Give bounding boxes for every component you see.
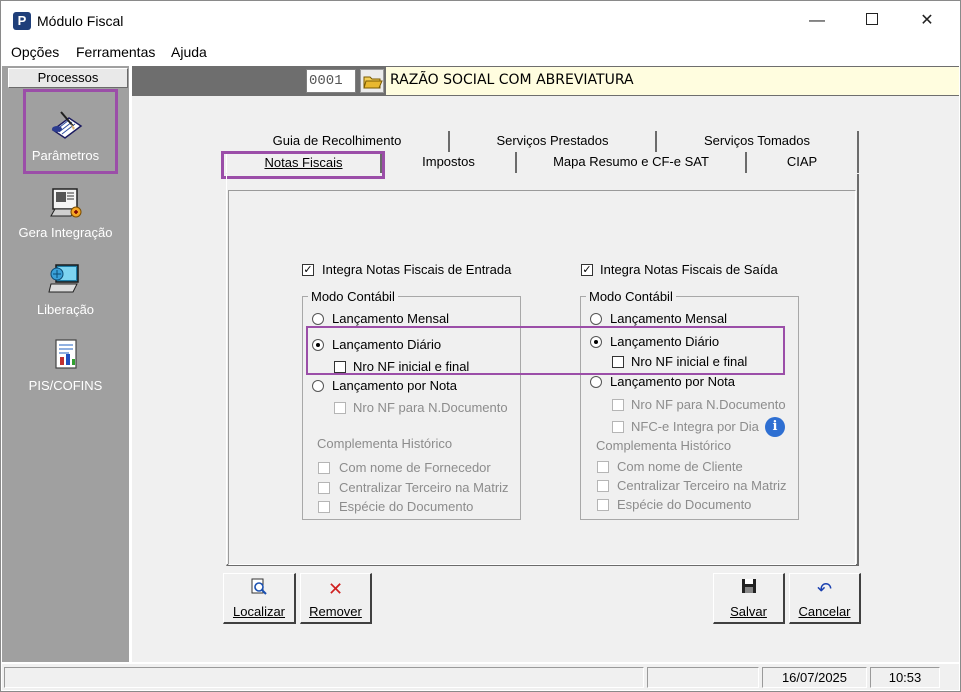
integra-entrada-checkbox[interactable]: ✓: [302, 264, 314, 276]
delete-icon: ✕: [327, 579, 344, 599]
menu-bar: Opções Ferramentas Ajuda: [1, 41, 960, 63]
tab-servicos-tomados[interactable]: Serviços Tomados: [657, 131, 859, 152]
saida-por-nota-radio[interactable]: [590, 376, 602, 388]
remover-button[interactable]: ✕ Remover: [300, 573, 372, 624]
saida-historico-title: Complementa Histórico: [596, 438, 732, 453]
status-date: 16/07/2025: [762, 667, 867, 688]
cancelar-label: Cancelar: [798, 604, 851, 619]
integration-icon: [49, 188, 81, 218]
saida-hist-1-checkbox[interactable]: [597, 461, 609, 473]
close-button[interactable]: ✕: [904, 7, 950, 35]
window-title: Módulo Fiscal: [37, 13, 124, 29]
sidebar-item-label: PIS/COFINS: [28, 378, 103, 393]
menu-opcoes[interactable]: Opções: [11, 44, 59, 60]
status-cell-empty: [647, 667, 759, 688]
maximize-icon: [866, 13, 878, 26]
highlight-parametros: [23, 89, 118, 174]
saida-hist-3-checkbox[interactable]: [597, 499, 609, 511]
undo-icon: ↶: [816, 579, 833, 599]
entrada-hist-1-checkbox[interactable]: [318, 462, 330, 474]
sidebar-item-liberacao[interactable]: Liberação: [2, 260, 129, 317]
cancelar-button[interactable]: ↶ Cancelar: [789, 573, 861, 624]
saida-group-title: Modo Contábil: [586, 289, 676, 304]
saida-nfce-label: NFC-e Integra por Dia: [631, 419, 759, 434]
save-icon: [714, 577, 783, 601]
entrada-historico-title: Complementa Histórico: [317, 436, 453, 451]
tab-impostos[interactable]: Impostos: [382, 152, 517, 173]
sidebar-item-label: Gera Integração: [18, 225, 113, 240]
app-logo-icon: P: [13, 12, 31, 30]
integra-saida-label: Integra Notas Fiscais de Saída: [600, 262, 778, 277]
tab-mapa-resumo[interactable]: Mapa Resumo e CF-e SAT: [517, 152, 747, 173]
saida-hist-2-checkbox[interactable]: [597, 480, 609, 492]
tab-guia-recolhimento[interactable]: Guia de Recolhimento: [226, 131, 450, 152]
integra-entrada-label: Integra Notas Fiscais de Entrada: [322, 262, 512, 277]
entrada-por-nota-radio[interactable]: [312, 380, 324, 392]
localizar-label: Localizar: [232, 604, 286, 619]
menu-ajuda[interactable]: Ajuda: [171, 44, 207, 60]
entrada-nro-nf-doc-checkbox[interactable]: [334, 402, 346, 414]
search-icon: [224, 577, 294, 601]
info-icon[interactable]: i: [765, 417, 785, 437]
status-cell-main: [4, 667, 644, 688]
menu-ferramentas[interactable]: Ferramentas: [76, 44, 155, 60]
release-icon: [47, 264, 79, 293]
saida-nro-nf-doc-checkbox[interactable]: [612, 399, 624, 411]
saida-hist-3-label: Espécie do Documento: [617, 497, 752, 512]
salvar-button[interactable]: Salvar: [713, 573, 785, 624]
sidebar-item-gera-integracao[interactable]: Gera Integração: [2, 183, 129, 240]
sidebar-item-pis-cofins[interactable]: PIS/COFINS: [2, 336, 129, 393]
entrada-por-nota-label: Lançamento por Nota: [332, 378, 458, 393]
entrada-hist-1-label: Com nome de Fornecedor: [339, 460, 491, 475]
entrada-hist-3-checkbox[interactable]: [318, 501, 330, 513]
entrada-nro-nf-doc-label: Nro NF para N.Documento: [353, 400, 508, 415]
salvar-label: Salvar: [730, 604, 767, 619]
entrada-mensal-radio[interactable]: [312, 313, 324, 325]
integra-saida-checkbox[interactable]: ✓: [581, 264, 593, 276]
entrada-group-title: Modo Contábil: [308, 289, 398, 304]
open-company-button[interactable]: [360, 69, 384, 93]
saida-mensal-radio[interactable]: [590, 313, 602, 325]
company-code-field[interactable]: 0001: [306, 69, 356, 93]
maximize-button[interactable]: [849, 7, 895, 35]
entrada-hist-3-label: Espécie do Documento: [339, 499, 474, 514]
title-bar: P Módulo Fiscal — ✕: [1, 1, 960, 41]
sidebar-tab-processos[interactable]: Processos: [8, 68, 128, 88]
entrada-hist-2-label: Centralizar Terceiro na Matriz: [339, 480, 509, 495]
highlight-lancamento-diario: [306, 326, 785, 375]
saida-mensal-label: Lançamento Mensal: [610, 311, 728, 326]
saida-nfce-checkbox[interactable]: [612, 421, 624, 433]
saida-hist-2-label: Centralizar Terceiro na Matriz: [617, 478, 787, 493]
tab-servicos-prestados[interactable]: Serviços Prestados: [450, 131, 657, 152]
status-time: 10:53: [870, 667, 940, 688]
localizar-button[interactable]: Localizar: [223, 573, 296, 624]
pis-cofins-icon: [54, 339, 77, 369]
folder-icon: [363, 76, 383, 89]
remover-label: Remover: [309, 604, 362, 619]
tab-ciap[interactable]: CIAP: [747, 152, 859, 173]
entrada-mensal-label: Lançamento Mensal: [332, 311, 450, 326]
sidebar-item-label: Liberação: [36, 302, 95, 317]
saida-por-nota-label: Lançamento por Nota: [610, 374, 736, 389]
saida-hist-1-label: Com nome de Cliente: [617, 459, 743, 474]
entrada-hist-2-checkbox[interactable]: [318, 482, 330, 494]
minimize-button[interactable]: —: [794, 7, 840, 35]
company-name: RAZÃO SOCIAL COM ABREVIATURA: [390, 72, 634, 88]
status-bar: 16/07/2025 10:53: [2, 664, 959, 690]
saida-nro-nf-doc-label: Nro NF para N.Documento: [631, 397, 786, 412]
